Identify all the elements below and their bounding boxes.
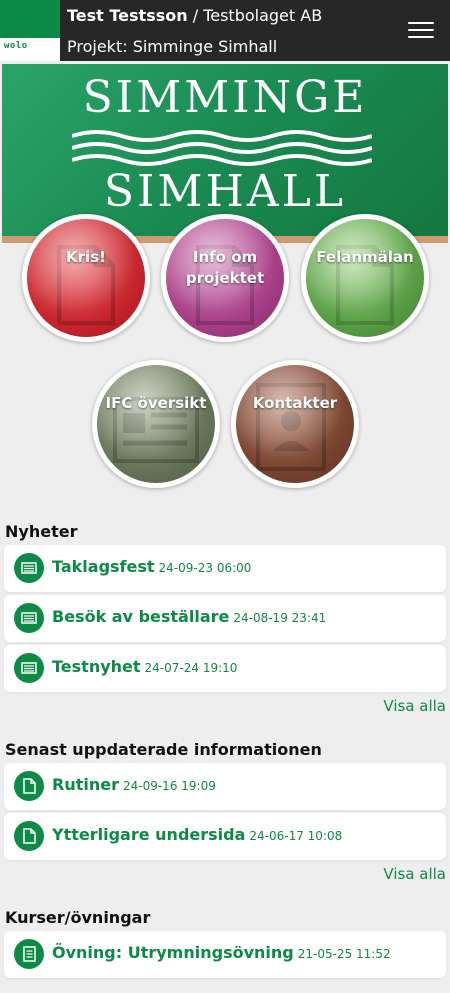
updated-item[interactable]: Rutiner 24-09-16 19:09 (4, 763, 446, 810)
hamburger-menu-icon[interactable] (408, 22, 434, 40)
updated-title: Rutiner (52, 775, 119, 794)
logo-green-block (0, 0, 60, 38)
tile-info-om-projektet[interactable]: Info om projektet (161, 214, 289, 342)
news-item[interactable]: Testnyhet 24-07-24 19:10 (4, 645, 446, 692)
news-title: Besök av beställare (52, 607, 230, 626)
updated-show-all-link[interactable]: Visa alla (383, 865, 446, 883)
updated-date: 24-06-17 10:08 (249, 829, 343, 843)
updated-date: 24-09-16 19:09 (122, 779, 216, 793)
updated-title: Ytterligare undersida (52, 825, 246, 844)
newspaper-icon (14, 553, 44, 583)
news-show-all-link[interactable]: Visa alla (383, 697, 446, 715)
user-company-line: Test Testsson / Testbolaget AB (67, 6, 322, 25)
checklist-icon (14, 939, 44, 969)
course-date: 21-05-25 11:52 (297, 947, 391, 961)
news-title: Testnyhet (52, 657, 141, 676)
course-item[interactable]: Övning: Utrymningsövning 21-05-25 11:52 (4, 931, 446, 978)
course-title: Övning: Utrymningsövning (52, 943, 294, 962)
tile-label: IFC översikt (105, 394, 207, 412)
tile-label: Info om projektet (185, 248, 265, 287)
tile-label: Felanmälan (316, 248, 414, 266)
tile-felanmalan[interactable]: Felanmälan (301, 214, 429, 342)
separator: / (187, 6, 204, 25)
document-icon (14, 821, 44, 851)
news-date: 24-08-19 23:41 (233, 611, 327, 625)
banner-line-2: SIMHALL (103, 166, 347, 217)
newspaper-icon (14, 603, 44, 633)
app-logo[interactable]: wolo (0, 0, 60, 61)
newspaper-icon (14, 653, 44, 683)
news-date: 24-07-24 19:10 (144, 661, 238, 675)
tile-label: Kontakter (252, 394, 338, 412)
tile-label: Kris! (66, 248, 106, 266)
document-icon (14, 771, 44, 801)
banner-line-1: SIMMINGE (82, 72, 368, 123)
project-name: Projekt: Simminge Simhall (67, 37, 278, 56)
updated-item[interactable]: Ytterligare undersida 24-06-17 10:08 (4, 813, 446, 860)
tile-kris[interactable]: Kris! (22, 214, 150, 342)
company-name: Testbolaget AB (203, 6, 323, 25)
updated-heading: Senast uppdaterade informationen (5, 740, 322, 759)
top-bar: wolo Test Testsson / Testbolaget AB Proj… (0, 0, 450, 61)
logo-text: wolo (4, 41, 28, 51)
news-item[interactable]: Taklagsfest 24-09-23 06:00 (4, 545, 446, 592)
courses-heading: Kurser/övningar (5, 908, 151, 927)
tile-kontakter[interactable]: Kontakter (231, 360, 359, 488)
news-heading: Nyheter (5, 522, 78, 541)
tile-ifc-oversikt[interactable]: IFC översikt (92, 360, 220, 488)
waves-icon (72, 130, 372, 166)
news-item[interactable]: Besök av beställare 24-08-19 23:41 (4, 595, 446, 642)
news-title: Taklagsfest (52, 557, 155, 576)
news-date: 24-09-23 06:00 (158, 561, 252, 575)
user-name: Test Testsson (67, 6, 188, 25)
